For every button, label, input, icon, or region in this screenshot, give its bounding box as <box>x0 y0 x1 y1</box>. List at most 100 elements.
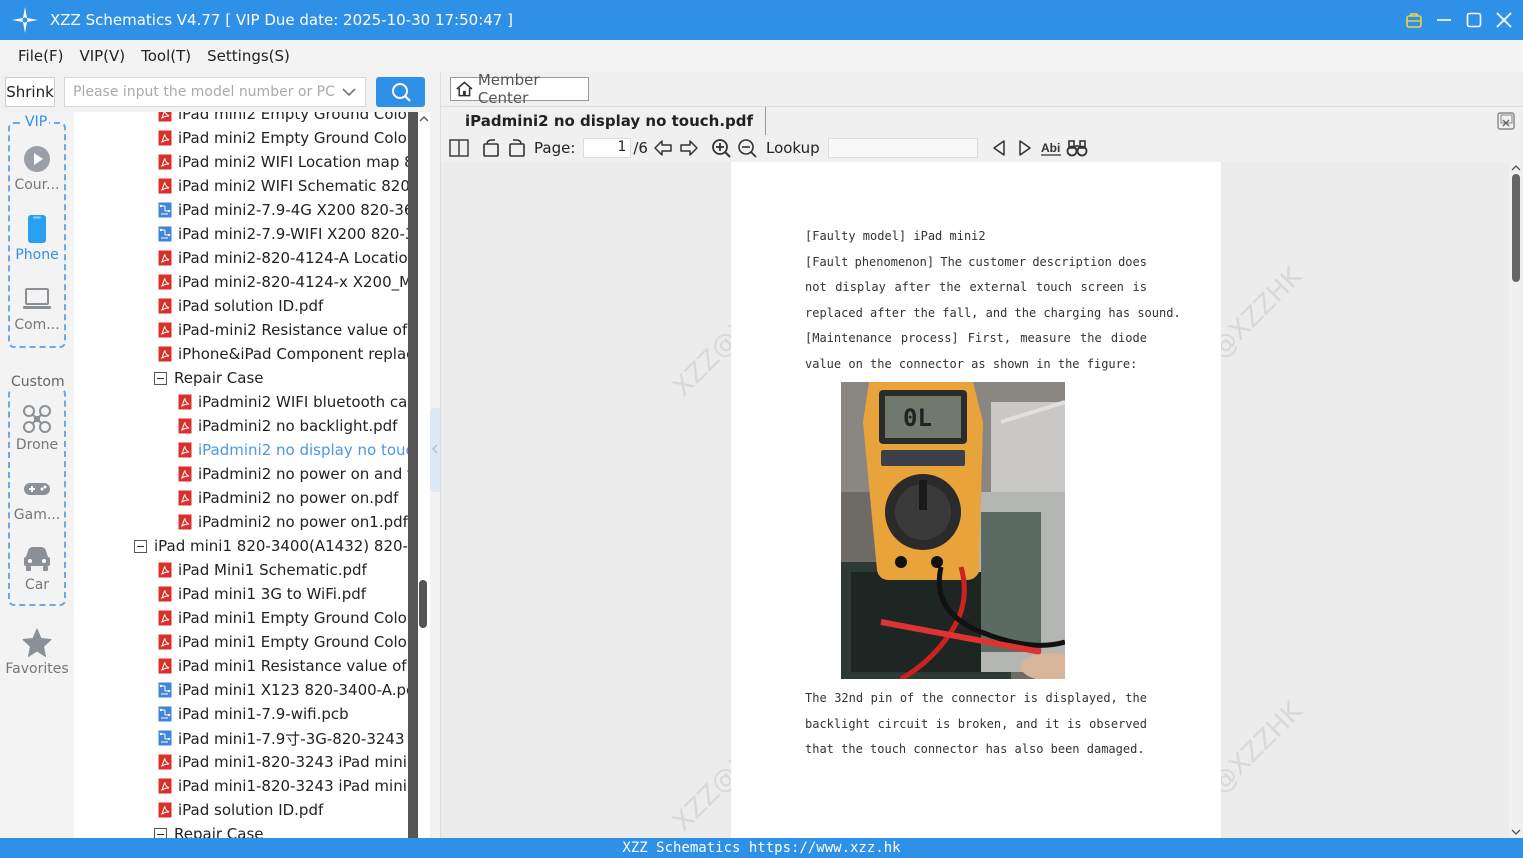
pdf-scroll-thumb[interactable] <box>1512 174 1520 282</box>
status-footer: XZZ Schematics https://www.xzz.hk <box>0 838 1523 858</box>
close-tab-icon[interactable] <box>1497 112 1515 130</box>
panel-splitter-handle[interactable] <box>430 408 440 492</box>
chevron-down-icon[interactable] <box>341 84 357 100</box>
tree-file[interactable]: iPhone&iPad Component replacer <box>158 342 408 366</box>
pdf-file-icon <box>178 394 192 410</box>
category-car[interactable]: Car <box>5 544 69 593</box>
category-courses[interactable]: Cour... <box>5 144 69 193</box>
find-all-binoculars-icon[interactable] <box>1066 137 1088 159</box>
match-case-icon[interactable]: Abi <box>1040 137 1062 159</box>
page-number-input[interactable]: 1 <box>583 138 632 158</box>
gamepad-icon <box>22 474 52 504</box>
pdf-word: measure <box>1020 331 1071 346</box>
category-label: Phone <box>15 247 59 263</box>
car-icon <box>22 544 52 574</box>
tree-scroll-thumb[interactable] <box>419 580 427 628</box>
menu-vip[interactable]: VIP(V) <box>79 47 125 65</box>
lookup-input[interactable] <box>827 138 978 158</box>
zoom-out-icon[interactable] <box>736 137 758 159</box>
tree-file[interactable]: iPad mini1 3G to WiFi.pdf <box>158 582 366 606</box>
tab-document[interactable]: iPadmini2 no display no touch.pdf <box>453 107 767 135</box>
pdf-file-icon <box>178 418 192 434</box>
tree-file[interactable]: iPad solution ID.pdf <box>158 798 323 822</box>
tree-file[interactable]: iPad mini2 WIFI Schematic 820-368 <box>158 174 408 198</box>
tree-item-label: iPad mini1 Resistance value of cab <box>178 657 408 675</box>
pdf-word: not <box>805 280 827 295</box>
category-favorites[interactable]: Favorites <box>5 628 69 677</box>
pdf-word: screen <box>1080 280 1124 295</box>
close-button[interactable] <box>1495 11 1513 29</box>
tree-file[interactable]: iPadmini2 no backlight.pdf <box>178 414 397 438</box>
member-center-button[interactable]: Member Center <box>450 71 589 107</box>
scroll-up-icon[interactable] <box>419 114 429 124</box>
pdf-word: The <box>805 691 827 705</box>
search-input[interactable] <box>65 78 335 106</box>
minimize-button[interactable] <box>1435 11 1453 29</box>
tree-file[interactable]: iPad mini2-7.9-WIFI X200 820-3683 <box>158 222 408 246</box>
zoom-in-icon[interactable] <box>710 137 732 159</box>
tree-file[interactable]: iPad mini1 Resistance value of cab <box>158 654 408 678</box>
tree-file[interactable]: iPadmini2 no display no touch.p <box>178 438 408 462</box>
tree-file[interactable]: iPad-mini2 Resistance value of cab <box>158 318 408 342</box>
collapse-icon[interactable] <box>134 539 147 553</box>
scroll-up-icon[interactable] <box>1511 164 1521 172</box>
tree-item-label: iPad mini1 X123 820-3400-A.pcb <box>178 681 408 699</box>
pdf-scrollbar[interactable] <box>1509 162 1523 838</box>
tree-file[interactable]: iPad Mini1 Schematic.pdf <box>158 558 367 582</box>
tree-file[interactable]: iPadmini2 WIFI bluetooth cann <box>178 390 408 414</box>
tree-folder[interactable]: iPad mini1 820-3400(A1432) 820-3243 <box>134 534 408 558</box>
pdf-file-icon <box>158 610 172 626</box>
category-computer[interactable]: Com... <box>5 284 69 333</box>
tree-file[interactable]: iPad mini2-820-4124-A Location m <box>158 246 408 270</box>
tree-file[interactable]: iPad mini1-820-3243 iPad mini Lo <box>158 774 408 798</box>
menu-tool[interactable]: Tool(T) <box>141 47 191 65</box>
shrink-button[interactable]: Shrink <box>5 77 55 107</box>
tree-file[interactable]: iPad mini2 Empty Ground Color M <box>158 126 408 150</box>
vip-bag-icon[interactable] <box>1405 11 1423 29</box>
next-page-arrow-icon[interactable] <box>678 137 700 159</box>
tree-file[interactable]: iPad solution ID.pdf <box>158 294 323 318</box>
tree-file[interactable]: iPad mini2 Empty Ground Color M <box>158 112 408 126</box>
tree-file[interactable]: iPadmini2 no power on.pdf <box>178 486 398 510</box>
find-next-icon[interactable] <box>1014 137 1036 159</box>
menu-file[interactable]: File(F) <box>18 47 63 65</box>
rotate-right-icon[interactable] <box>506 137 528 159</box>
pdf-text-line: value on the connector as shown in the f… <box>805 352 1181 378</box>
collapse-icon[interactable] <box>154 371 167 385</box>
sidebar-toggle-icon[interactable] <box>448 137 470 159</box>
tree-item-label: iPadmini2 WIFI bluetooth cann <box>198 393 408 411</box>
tree-file[interactable]: iPad mini1 Empty Ground Color M <box>158 606 408 630</box>
search-button[interactable] <box>376 77 425 107</box>
category-drone[interactable]: Drone <box>5 404 69 453</box>
pdf-viewer[interactable]: XZZ@XZZHK XZZ@XZZHK XZZ@XZZHK XZZ@XZZHK … <box>441 162 1523 838</box>
rotate-left-icon[interactable] <box>480 137 502 159</box>
pdf-text-line: [Faulty model] iPad mini2 <box>805 224 1181 250</box>
tree-folder[interactable]: Repair Case <box>154 366 264 390</box>
pdf-text-line: The 32nd pin of the connector is displayed, the <box>805 686 1147 712</box>
tree-folder[interactable]: Repair Case <box>154 822 264 838</box>
tree-file[interactable]: iPad mini1 Empty Ground Color M <box>158 630 408 654</box>
tree-file[interactable]: iPad mini2-820-4124-x X200_MLB_ <box>158 270 408 294</box>
find-previous-icon[interactable] <box>988 137 1010 159</box>
collapse-icon[interactable] <box>154 827 167 838</box>
tree-file[interactable]: iPad mini2 WIFI Location map 820- <box>158 150 408 174</box>
tree-file[interactable]: iPad mini1-7.9-wifi.pcb <box>158 702 349 726</box>
tree-item-label: iPadmini2 no backlight.pdf <box>198 417 398 435</box>
tree-file[interactable]: iPad mini1-820-3243 iPad mini Cir <box>158 750 408 774</box>
scroll-down-icon[interactable] <box>1511 828 1521 836</box>
category-phone[interactable]: Phone <box>5 214 69 263</box>
category-game[interactable]: Gam... <box>5 474 69 523</box>
prev-page-arrow-icon[interactable] <box>652 137 674 159</box>
tree-file[interactable]: iPad mini1 X123 820-3400-A.pcb <box>158 678 408 702</box>
tree-file[interactable]: iPadmini2 no power on and fro <box>178 462 408 486</box>
menu-settings[interactable]: Settings(S) <box>207 47 290 65</box>
pdf-text-line: backlight circuit is broken, and it is observed <box>805 712 1147 738</box>
pdf-word: the <box>939 280 961 295</box>
tree-file[interactable]: iPad mini2-7.9-4G X200 820-3684- <box>158 198 408 222</box>
pdf-word: process] <box>900 331 959 346</box>
tree-scrollbar[interactable] <box>408 112 430 838</box>
model-search-combobox[interactable] <box>64 77 366 107</box>
tree-file[interactable]: iPadmini2 no power on1.pdf <box>178 510 408 534</box>
tree-file[interactable]: iPad mini1-7.9寸-3G-820-3243 YiD <box>158 726 408 750</box>
maximize-button[interactable] <box>1465 11 1483 29</box>
